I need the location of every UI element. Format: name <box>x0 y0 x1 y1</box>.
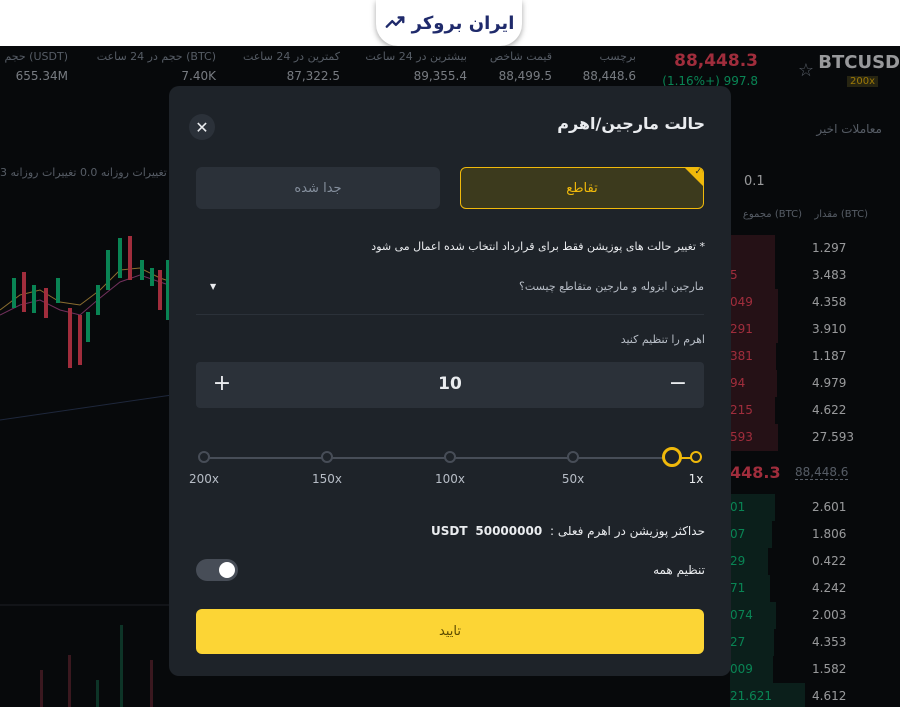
confirm-button[interactable]: تایید <box>196 609 704 654</box>
chart-logo-icon <box>385 16 405 28</box>
slider-node[interactable] <box>198 451 210 463</box>
max-position: حداکثر پوزیشن در اهرم فعلی : 50000000 US… <box>431 524 705 538</box>
margin-leverage-modal: حالت مارجین/اهرم ✕ تقاطع ✓ جدا شده * تغی… <box>169 86 731 676</box>
slider-mark-label: 150x <box>311 472 343 486</box>
slider-node[interactable] <box>690 451 702 463</box>
slider-node[interactable] <box>321 451 333 463</box>
leverage-slider[interactable]: 1x 50x 100x 150x 200x <box>189 447 704 488</box>
minus-icon[interactable]: − <box>664 370 692 398</box>
top-white-bar: ایران بروکر <box>0 0 900 46</box>
logo: ایران بروکر <box>376 0 522 46</box>
leverage-value[interactable]: 10 <box>196 374 704 394</box>
faq-text: مارجین ایزوله و مارجین متقاطع چیست؟ <box>519 280 704 293</box>
mode-isolated-label: جدا شده <box>294 180 342 196</box>
mode-cross-label: تقاطع <box>566 180 598 196</box>
logo-text: ایران بروکر <box>411 12 515 34</box>
slider-node[interactable] <box>444 451 456 463</box>
slider-mark-label: 1x <box>688 472 704 486</box>
check-icon: ✓ <box>694 167 702 177</box>
slider-mark-label: 200x <box>188 472 220 486</box>
apply-all-toggle[interactable] <box>196 559 238 581</box>
max-position-unit: USDT <box>431 524 468 538</box>
notice-text: * تغییر حالت های پوزیشن فقط برای قرارداد… <box>371 240 705 253</box>
slider-node[interactable] <box>567 451 579 463</box>
mode-cross-button[interactable]: تقاطع ✓ <box>460 167 704 209</box>
mode-isolated-button[interactable]: جدا شده <box>196 167 440 209</box>
leverage-stepper: + 10 − <box>196 362 704 408</box>
slider-mark-label: 50x <box>561 472 585 486</box>
max-position-label: حداکثر پوزیشن در اهرم فعلی : <box>550 524 705 538</box>
toggle-knob <box>219 562 235 578</box>
modal-title: حالت مارجین/اهرم <box>557 114 705 133</box>
divider <box>196 314 704 315</box>
max-position-value: 50000000 <box>475 524 543 538</box>
slider-mark-label: 100x <box>434 472 466 486</box>
faq-dropdown[interactable]: مارجین ایزوله و مارجین متقاطع چیست؟ ▼ <box>196 276 704 300</box>
caret-down-icon: ▼ <box>210 282 217 291</box>
leverage-label: اهرم را تنظیم کنید <box>620 333 705 346</box>
close-icon[interactable]: ✕ <box>189 114 215 140</box>
apply-all-label: تنظیم همه <box>653 563 705 577</box>
slider-handle[interactable] <box>662 447 682 467</box>
